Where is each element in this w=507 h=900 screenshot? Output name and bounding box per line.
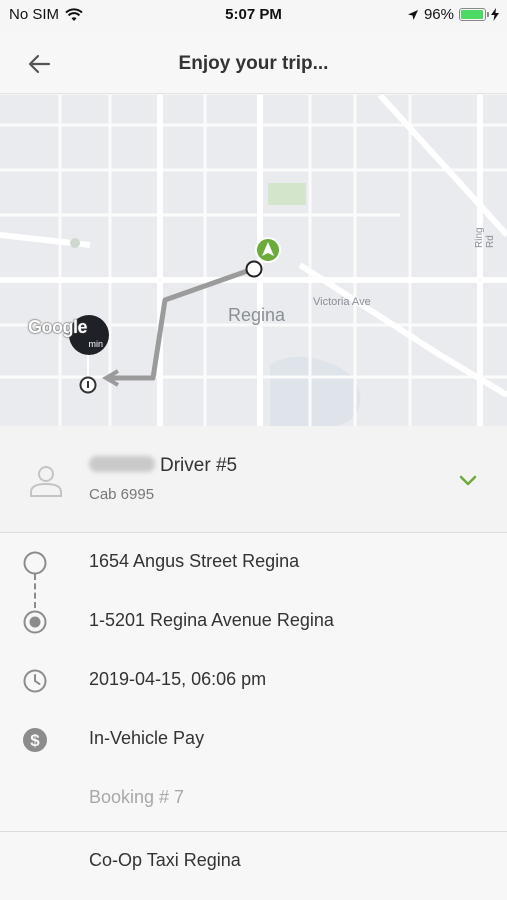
driver-name: Driver #5 — [160, 455, 238, 476]
trip-datetime: 2019-04-15, 06:06 pm — [89, 669, 267, 689]
eta-unit: min — [88, 339, 103, 349]
park-area — [268, 183, 306, 205]
pickup-circle-icon — [23, 551, 47, 575]
page-title: Enjoy your trip... — [178, 53, 329, 74]
company-name: Co-Op Taxi Regina — [89, 850, 241, 870]
status-right: 96% — [407, 6, 499, 23]
clock-icon — [23, 669, 47, 693]
status-bar: No SIM 5:07 PM 96% — [0, 0, 507, 30]
pickup-address: 1654 Angus Street Regina — [89, 551, 300, 571]
driver-name-redacted — [89, 456, 155, 472]
vehicle-marker — [255, 237, 281, 263]
charging-bolt-icon — [491, 8, 499, 21]
map-street-label: Victoria Ave — [313, 296, 371, 308]
route-connector-line — [34, 574, 36, 608]
map-ring-road-label: Ring Rd — [474, 227, 496, 248]
dollar-icon: $ — [23, 728, 47, 752]
location-arrow-icon — [407, 9, 418, 20]
payment-method: In-Vehicle Pay — [89, 728, 205, 748]
person-icon — [30, 466, 62, 497]
poi-marker — [70, 238, 80, 248]
driver-info[interactable]: Driver #5 Cab 6995 — [0, 426, 507, 533]
origin-marker — [245, 260, 263, 278]
battery-level — [461, 10, 484, 19]
battery-percent: 96% — [423, 6, 454, 23]
chevron-down-icon[interactable] — [456, 470, 480, 490]
svg-text:$: $ — [30, 731, 40, 750]
map-canvas[interactable] — [0, 95, 507, 426]
battery-icon — [459, 8, 489, 21]
cab-number: Cab 6995 — [89, 486, 155, 503]
booking-number: Booking # 7 — [89, 787, 185, 807]
dropoff-target-icon — [23, 610, 47, 634]
dropoff-address: 1-5201 Regina Avenue Regina — [89, 610, 334, 630]
divider — [0, 831, 507, 832]
trip-map[interactable]: Regina Victoria Ave Ring Rd min Google — [0, 95, 507, 426]
google-logo: Google — [28, 317, 88, 337]
map-city-label: Regina — [228, 305, 286, 325]
navigation-bar: Enjoy your trip... — [0, 30, 507, 94]
